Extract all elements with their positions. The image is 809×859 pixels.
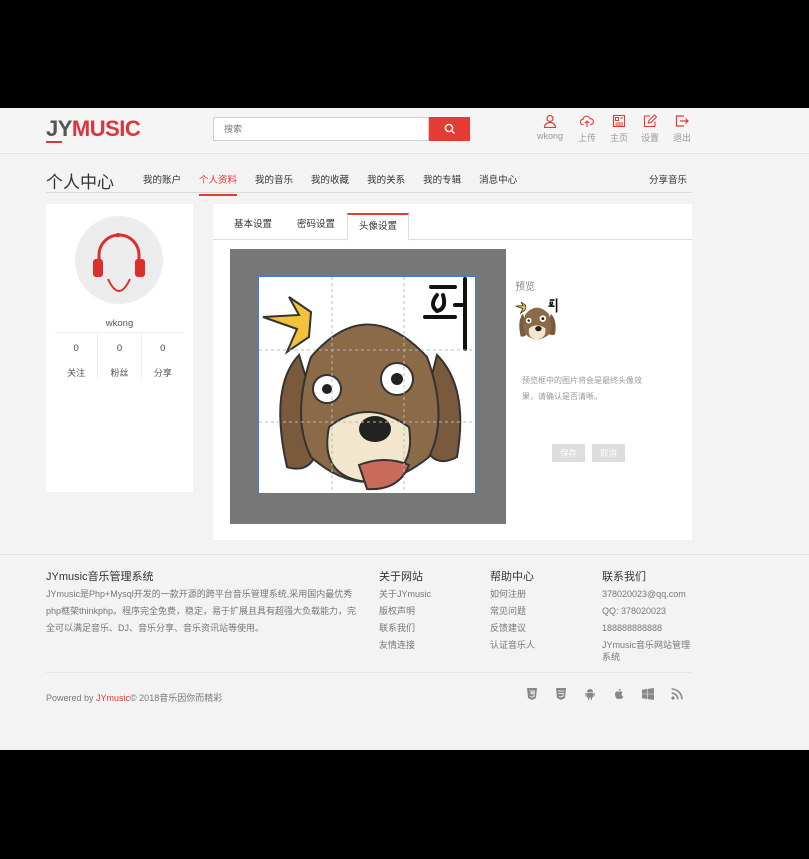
css3-icon [555,688,567,700]
save-button[interactable]: 保存 [552,444,585,462]
copyright: Powered by JYmusic© 2018音乐因你而精彩 [46,693,223,703]
avatar-cropper[interactable] [230,249,506,524]
contact-email: 378020023@qq.com [602,589,686,599]
footer-link-about[interactable]: 关于JYmusic [379,586,431,603]
stat-shares[interactable]: 0 分享 [140,333,184,379]
stat-followers[interactable]: 0 粉丝 [97,333,140,379]
dog-avatar-image [259,277,475,493]
cancel-button[interactable]: 取消 [592,444,625,462]
contact-qq: QQ: 378020023 [602,606,667,616]
settings-tabs: 基本设置 密码设置 头像设置 [213,204,692,241]
nav-upload[interactable]: 上传 [578,114,596,144]
crop-selection-box[interactable] [258,276,476,494]
copyright-brand-link[interactable]: JYmusic [96,693,130,703]
tab-basic[interactable]: 基本设置 [224,213,282,240]
footer-platform-icons [526,688,700,700]
nav-home[interactable]: 主页 [610,114,628,144]
profile-stats: 0 关注 0 粉丝 0 分享 [55,332,184,379]
preview-tip: 预览框中的图片将会是最终头像效果，请确认是否清晰。 [522,376,642,401]
top-header: JYMUSIC wkong 上传 主页 设置 退出 [0,108,809,154]
nav-settings[interactable]: 设置 [641,114,659,144]
search-icon [444,123,455,134]
rss-icon [671,688,683,700]
footer-link-faq[interactable]: 常见问题 [490,603,535,620]
subnav-divider [46,192,692,193]
search-input[interactable] [213,117,429,141]
share-music-link[interactable]: 分享音乐 [649,172,687,186]
headphones-avatar-icon [78,219,160,301]
footer-about-text: JYmusic是Php+Mysql开发的一款开源的跨平台音乐管理系统,采用国内最… [46,589,357,633]
avatar-settings-panel: 基本设置 密码设置 头像设置 预览 预览框中的图片将会是最终头像效果，请确认是否… [213,204,692,540]
dog-preview-icon [515,298,559,342]
footer-link-register[interactable]: 如何注册 [490,586,535,603]
contact-phone: 188888888888 [602,623,663,633]
tab-avatar[interactable]: 头像设置 [347,213,409,241]
footer-contact-title: 联系我们 [602,571,646,583]
footer-help-links: 如何注册 常见问题 反馈建议 认证音乐人 [490,586,535,654]
footer-contact-info: 378020023@qq.com QQ: 378020023 188888888… [602,586,694,663]
search-button[interactable] [429,117,470,141]
site-logo[interactable]: JYMUSIC [46,116,141,142]
avatar[interactable] [75,216,163,304]
profile-username: wkong [105,318,134,329]
apple-icon [613,688,625,700]
footer-link-musician[interactable]: 认证音乐人 [490,637,535,654]
footer-about-title: JYmusic音乐管理系统 [46,571,154,583]
profile-card: wkong 0 关注 0 粉丝 0 分享 [46,204,193,492]
edit-icon [643,114,657,128]
user-icon [543,114,557,128]
footer-link-contact[interactable]: 联系我们 [379,620,431,637]
footer-link-feedback[interactable]: 反馈建议 [490,620,535,637]
footer-divider-bottom [46,672,692,673]
tab-password[interactable]: 密码设置 [287,213,345,240]
upload-icon [580,115,594,127]
html5-icon [526,688,538,700]
page-title: 个人中心 [46,173,114,192]
nav-user[interactable]: wkong [537,114,563,141]
home-icon [612,114,626,128]
footer-link-copyright[interactable]: 版权声明 [379,603,431,620]
windows-icon [642,688,654,700]
footer-divider [0,554,809,555]
preview-label: 预览 [515,282,535,293]
footer-site-title: 关于网站 [379,571,423,583]
footer-site-links: 关于JYmusic 版权声明 联系我们 友情连接 [379,586,431,654]
logo-accent [46,141,62,143]
footer-help-title: 帮助中心 [490,571,534,583]
avatar-preview [515,298,559,342]
stat-following[interactable]: 0 关注 [55,333,97,379]
logout-icon [675,115,689,127]
contact-site-name: JYmusic音乐网站管理系统 [602,640,691,662]
page-frame: JYMUSIC wkong 上传 主页 设置 退出 个人中心 我的账户 个 [0,108,809,750]
footer-link-friends[interactable]: 友情连接 [379,637,431,654]
nav-logout[interactable]: 退出 [673,114,691,144]
android-icon [584,688,596,700]
